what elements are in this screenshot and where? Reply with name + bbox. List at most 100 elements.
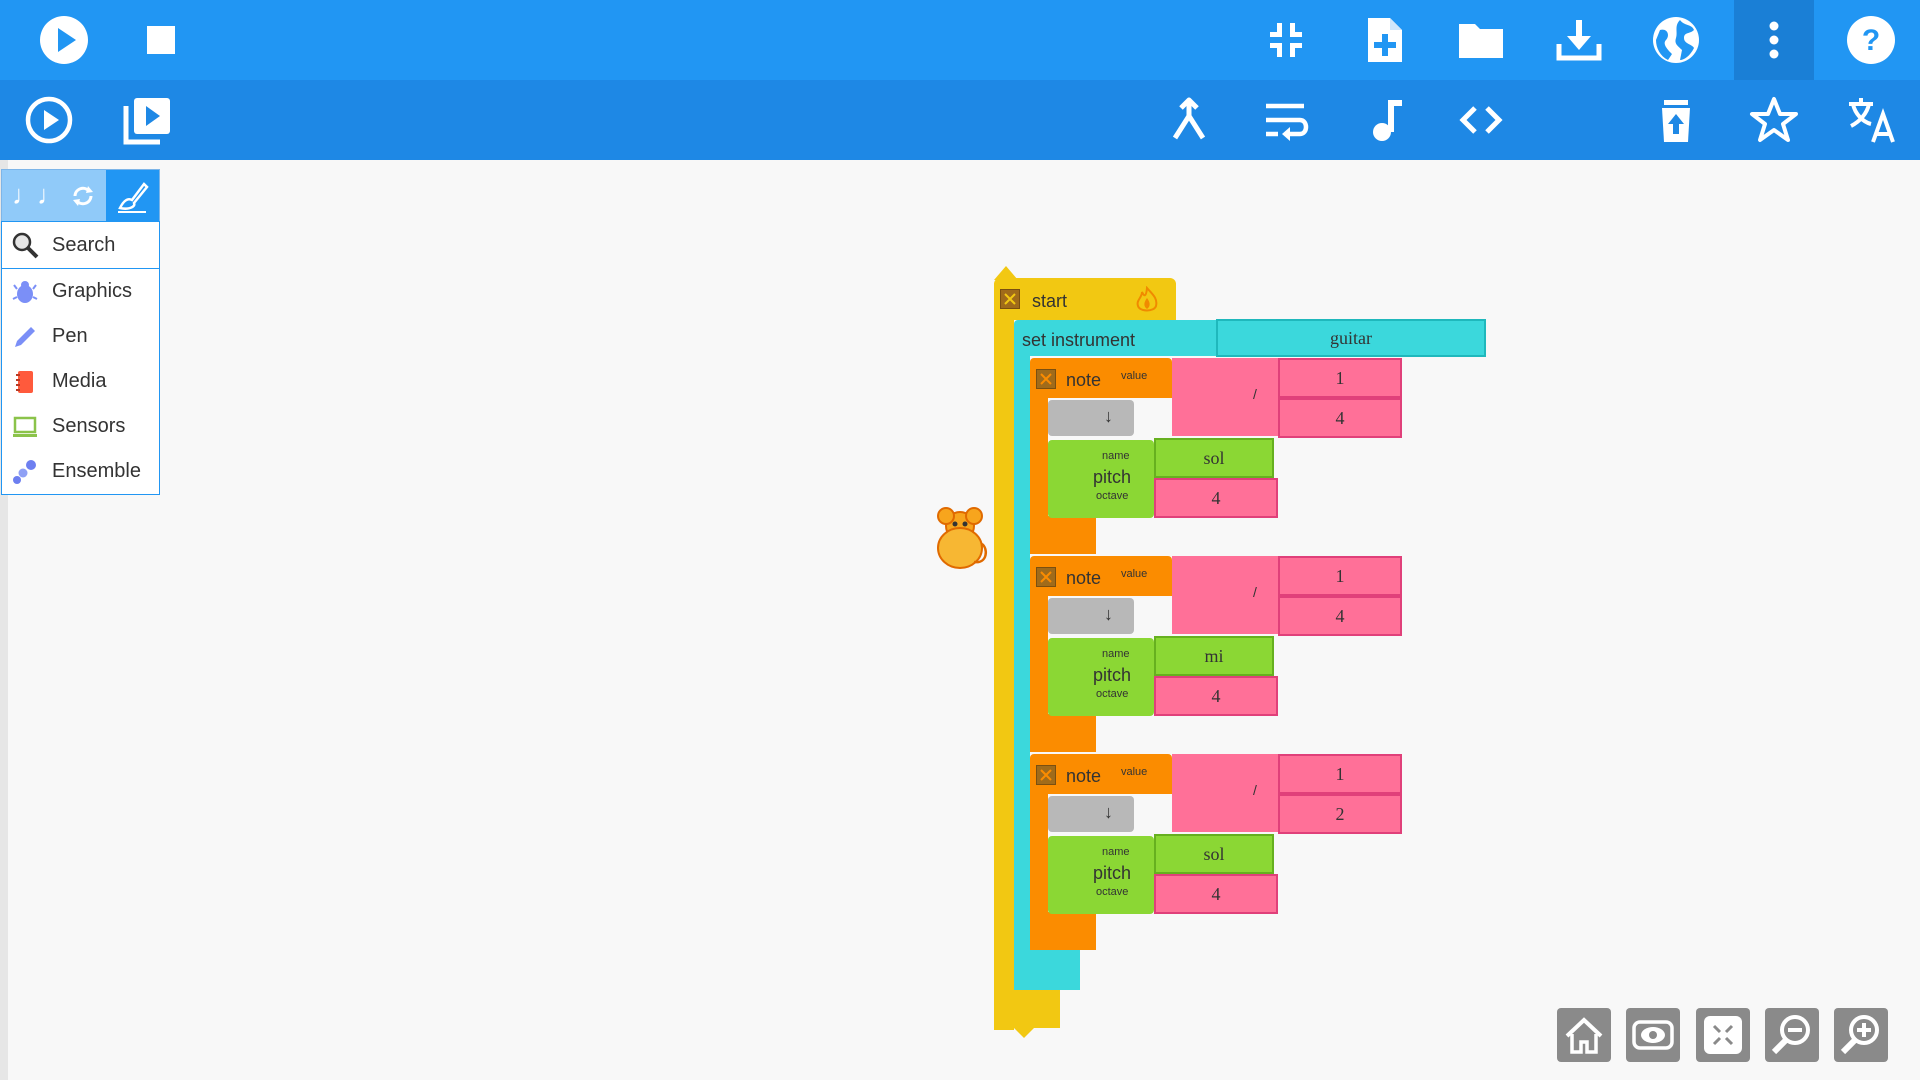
pitch-label: pitch [1093,863,1132,883]
down-arrow-icon: ↓ [1104,802,1113,822]
set-instrument-arm [1014,354,1030,990]
show-hide-blocks-button[interactable] [1626,1008,1680,1062]
step-play-icon [123,98,170,145]
palette-list: Search Graphics Pen Media Sensors Ensemb… [1,221,160,495]
home-icon [1565,1017,1603,1054]
play-icon [40,16,88,64]
down-arrow-icon: ↓ [1104,406,1113,426]
play-button[interactable] [24,0,104,80]
music-note-icon [1373,100,1402,141]
value-label: value [1121,370,1148,382]
svg-text:?: ? [1862,24,1880,57]
name-label: name [1102,450,1130,462]
divide-block[interactable] [1172,754,1280,832]
open-project-button[interactable] [1441,0,1521,80]
new-project-button[interactable] [1344,0,1424,80]
palette-item-label: Sensors [52,415,126,437]
denominator-text: 4 [1335,408,1345,428]
zoom-out-button[interactable] [1765,1008,1819,1062]
start-block-arm [994,318,1014,1030]
set-instrument-foot [1014,950,1080,990]
music-notes-icon: ♩♩ [11,180,64,210]
help-button[interactable]: ? [1831,0,1911,80]
wrap-button[interactable] [1246,80,1326,160]
hidden-block[interactable] [1048,400,1134,436]
restore-trash-button[interactable] [1636,80,1716,160]
start-bottom-notch [1012,1026,1036,1038]
note-label: note [1066,766,1102,786]
stop-button[interactable] [121,0,201,80]
value-label: value [1121,766,1148,778]
more-vertical-icon [1769,21,1779,59]
search-label: Search [52,233,116,256]
octave-text: 4 [1211,686,1221,706]
planet-button[interactable] [1636,0,1716,80]
secondary-toolbar [0,80,1920,160]
palette-item-ensemble[interactable]: Ensemble [2,449,159,494]
palette-item-pen[interactable]: Pen [2,314,159,359]
note-label: note [1066,568,1102,588]
wrap-text-icon [1266,103,1309,141]
collapse-icon[interactable] [1036,567,1056,587]
eye-icon [1632,1020,1674,1050]
mouse-turtle-icon[interactable] [928,504,992,576]
save-button[interactable] [1539,0,1619,80]
pitch-name-text: sol [1203,844,1225,864]
octave-text: 4 [1211,884,1221,904]
rhythm-cycle-icon [72,185,93,206]
palette-item-media[interactable]: Media [2,359,159,404]
divide-block[interactable] [1172,358,1280,436]
run-step-button[interactable] [106,80,186,160]
pitch-label: pitch [1093,467,1132,487]
value-label: value [1121,568,1148,580]
collapse-icon[interactable] [1000,289,1020,309]
palette-search[interactable]: Search [2,222,159,269]
fire-icon [1136,286,1158,312]
octave-text: 4 [1211,488,1221,508]
run-slow-button[interactable] [9,80,89,160]
home-button[interactable] [1557,1008,1611,1062]
denominator-text: 4 [1335,606,1345,626]
tab-music[interactable]: ♩♩ [2,170,106,221]
merge-button[interactable] [1149,80,1229,160]
name-label: name [1102,846,1130,858]
language-button[interactable] [1831,80,1911,160]
collapse-blocks-button[interactable] [1696,1008,1750,1062]
palette-item-graphics[interactable]: Graphics [2,269,159,314]
pitch-name-text: mi [1204,646,1224,666]
star-icon [1750,97,1798,142]
collapse-button[interactable] [1246,0,1326,80]
palette-item-label: Pen [52,325,88,347]
hidden-block[interactable] [1048,796,1134,832]
media-icon [10,367,40,397]
start-label: start [1032,291,1068,311]
palette-tabs: ♩♩ [1,169,160,221]
divide-operator: / [1253,386,1257,402]
collapse-icon[interactable] [1036,765,1056,785]
zoom-out-icon [1771,1015,1810,1055]
collapse-icon [1270,23,1302,57]
divide-block[interactable] [1172,556,1280,634]
music-button[interactable] [1344,80,1424,160]
collapse-icon[interactable] [1036,369,1056,389]
download-icon [1556,20,1602,61]
palette-item-label: Media [52,370,107,392]
code-button[interactable] [1441,80,1521,160]
restore-trash-icon [1662,100,1690,142]
merge-icon [1172,97,1206,140]
favorites-button[interactable] [1734,80,1814,160]
set-instrument-label: set instrument [1022,330,1136,350]
denominator-text: 2 [1335,804,1345,824]
tab-artwork[interactable] [105,170,159,221]
octave-label: octave [1096,886,1129,898]
more-menu-button[interactable] [1734,0,1814,80]
palette-item-sensors[interactable]: Sensors [2,404,159,449]
note-label: note [1066,370,1102,390]
octave-label: octave [1096,490,1129,502]
stop-icon [147,26,175,54]
play-circle-icon [25,96,73,144]
hidden-block[interactable] [1048,598,1134,634]
numerator-text: 1 [1335,764,1345,784]
palette-item-label: Ensemble [52,460,141,482]
zoom-in-button[interactable] [1834,1008,1888,1062]
